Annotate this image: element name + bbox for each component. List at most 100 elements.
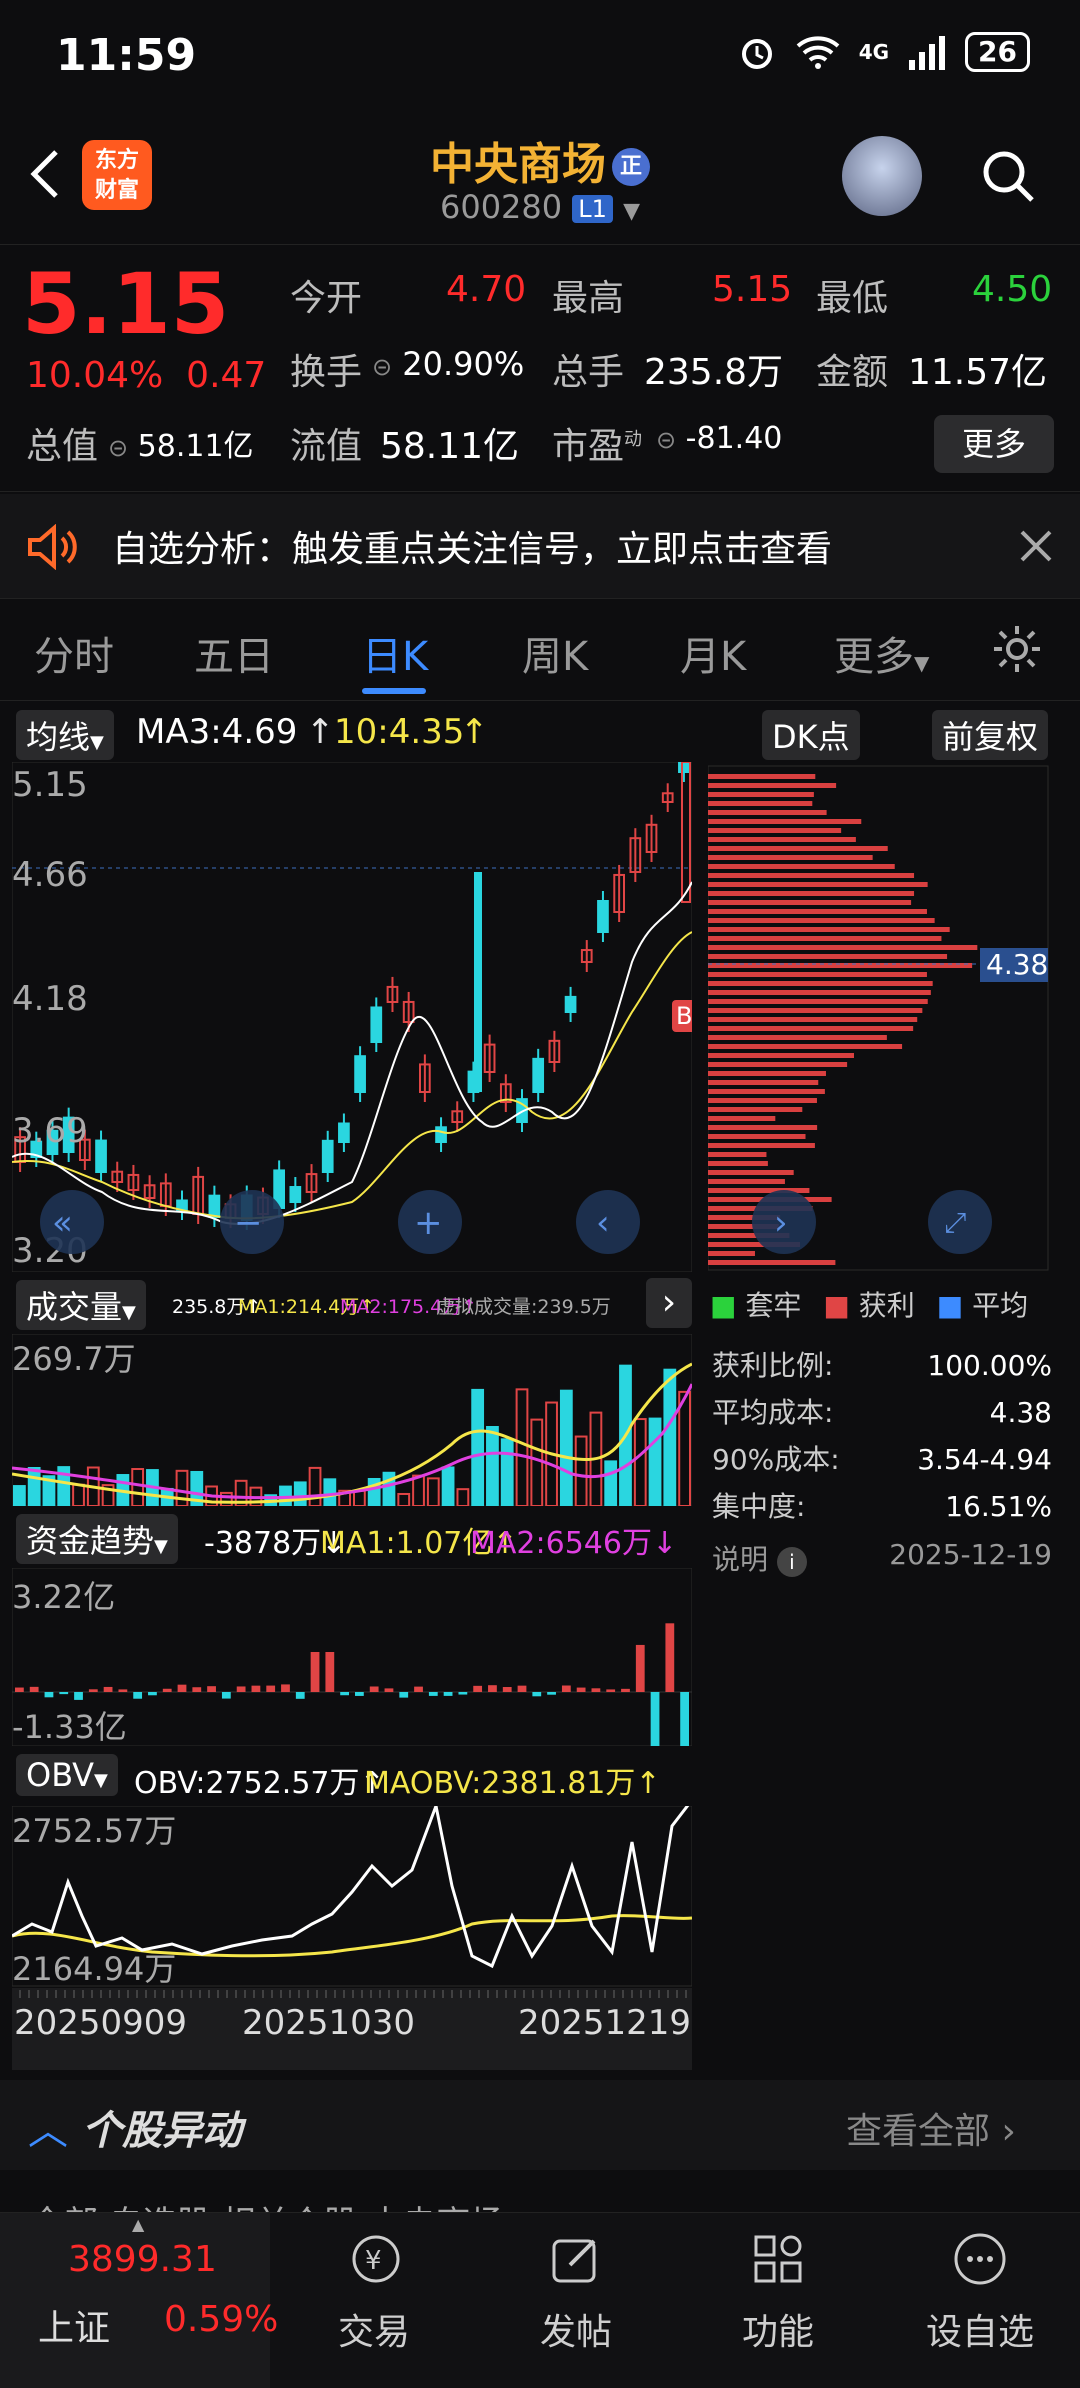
fund-bar <box>561 1685 571 1692</box>
cost-bar <box>708 1089 825 1094</box>
fund-bar <box>340 1692 349 1696</box>
adjust-mode-button[interactable]: 前复权 <box>932 710 1049 760</box>
volume-selector[interactable]: 成交量▼ <box>16 1280 146 1330</box>
date-label: 20251030 <box>242 2003 415 2043</box>
fund-bar <box>325 1652 335 1692</box>
fund-bar <box>44 1692 54 1698</box>
cost-bar <box>708 1107 803 1112</box>
index-change: 0.59% <box>164 2299 279 2340</box>
fund-trend-header: 资金趋势▼ -3878万↓ MA1:1.07亿↑ MA2:6546万↓ <box>12 1512 692 1564</box>
more-button[interactable]: 更多 <box>934 415 1054 473</box>
current-price: 5.15 <box>22 255 230 353</box>
volume-bar <box>559 1389 573 1506</box>
candle-body <box>597 900 609 933</box>
cost-note[interactable]: 说明 i <box>712 1538 807 1578</box>
float-label: 流值 <box>290 426 363 467</box>
virtual-volume: 虚拟成交量:239.5万 <box>436 1296 611 1318</box>
cost-distribution-chart[interactable]: 4.38 › ⤢ <box>708 762 1052 1272</box>
nav-functions[interactable]: 功能 <box>708 2213 848 2388</box>
bottom-nav: ▲ 3899.31 上证 0.59% ¥ 交易 发帖 功能 设自选 <box>0 2212 1080 2388</box>
tab-more[interactable]: 更多▼ <box>834 624 929 682</box>
close-icon[interactable] <box>1018 528 1054 564</box>
cost-bar <box>708 828 842 833</box>
nav-trade[interactable]: ¥ 交易 <box>304 2213 444 2388</box>
fund-bar <box>251 1685 261 1692</box>
chevron-up-icon[interactable]: ︿ <box>28 2098 68 2156</box>
volume-chart[interactable]: 269.7万 <box>12 1334 692 1506</box>
kline-chart[interactable]: 5.15 4.66 4.18 3.69 3.20 B « − + ‹ <box>12 762 692 1272</box>
cost-bar <box>708 936 942 941</box>
obv-selector[interactable]: OBV▼ <box>16 1754 118 1796</box>
dk-point-button[interactable]: DK点 <box>762 710 860 760</box>
buy-marker-label: B <box>676 1002 692 1030</box>
tab-monthly-k[interactable]: 月K <box>680 624 746 682</box>
high-value: 5.15 <box>712 269 793 310</box>
gear-icon[interactable] <box>990 622 1044 676</box>
amount-label: 金额 <box>816 352 889 393</box>
scroll-right-icon-glyph: › <box>774 1203 788 1243</box>
chevron-up-icon: ▲ <box>132 2215 145 2234</box>
ma10-value: 10:4.35 <box>334 712 465 752</box>
view-all-link[interactable]: 查看全部 › <box>846 2102 1016 2154</box>
tab-five-day[interactable]: 五日 <box>194 624 274 682</box>
cost-bar <box>708 855 873 860</box>
fund-tick: -1.33亿 <box>12 1708 127 1746</box>
candle-body <box>95 1139 107 1174</box>
index-name: 上证 <box>38 2308 111 2349</box>
mktcap-label: 总值 <box>26 426 99 467</box>
nav-post[interactable]: 发帖 <box>506 2213 646 2388</box>
fund-bar <box>177 1684 187 1692</box>
more-dots-icon <box>954 2233 1006 2285</box>
level-badge: L1 <box>572 195 613 223</box>
obv-chart[interactable]: 2752.57万 2164.94万 20250909 20251030 2025… <box>12 1806 692 2070</box>
zoom-out-icon-glyph: − <box>234 1203 263 1243</box>
fund-bar <box>355 1692 364 1696</box>
cost-date: 2025-12-19 <box>889 1538 1052 1571</box>
open-value: 4.70 <box>446 269 527 310</box>
alarm-icon <box>741 39 772 69</box>
cost-bar <box>708 1170 794 1175</box>
nav-post-label: 发帖 <box>539 2312 612 2353</box>
index-ticker[interactable]: ▲ 3899.31 上证 0.59% <box>0 2213 278 2388</box>
cost-bar <box>708 864 895 869</box>
cost-legend: ■ 套牢 ■ 获利 ■ 平均 <box>710 1284 1028 1324</box>
open-cell: 今开 <box>290 278 363 319</box>
robot-avatar[interactable] <box>842 136 922 216</box>
notice-banner[interactable]: 自选分析：触发重点关注信号，立即点击查看 <box>0 494 1080 599</box>
search-icon[interactable] <box>978 146 1038 206</box>
cost-bar <box>708 945 978 950</box>
stat-row: 90%成本: 3.54-4.94 <box>712 1443 1052 1476</box>
cost-bar <box>708 882 928 887</box>
cost-bar <box>708 1008 923 1013</box>
fund-bar <box>88 1689 98 1692</box>
nav-functions-label: 功能 <box>741 2312 814 2353</box>
cost-bar <box>708 873 915 878</box>
fund-bar <box>650 1692 660 1746</box>
volume-bar <box>219 1491 233 1506</box>
volume-bar <box>131 1468 145 1506</box>
fund-trend-chart[interactable]: 3.22亿 -1.33亿 <box>12 1568 692 1746</box>
candle-body <box>208 1194 221 1218</box>
expand-right-icon[interactable]: › <box>646 1278 692 1328</box>
candle-body <box>370 1006 383 1044</box>
volume-bar <box>293 1481 307 1506</box>
cost-bar <box>708 1098 817 1103</box>
tab-weekly-k[interactable]: 周K <box>522 624 588 682</box>
ma-selector[interactable]: 均线▼ <box>16 710 114 760</box>
arrow-up-icon: ↑ <box>306 712 335 752</box>
nav-add-watchlist-label: 设自选 <box>925 2312 1034 2353</box>
info-circle-icon: ⊝ <box>656 426 677 454</box>
candle-body <box>678 762 690 773</box>
fund-bar <box>576 1687 586 1692</box>
nav-add-watchlist[interactable]: 设自选 <box>910 2213 1050 2388</box>
turnover-value: ⊝ 20.90% <box>372 345 525 383</box>
chevron-down-icon: ▼ <box>90 732 104 753</box>
tab-intraday[interactable]: 分时 <box>34 624 114 682</box>
fund-trend-selector[interactable]: 资金趋势▼ <box>16 1514 178 1564</box>
stock-code-selector[interactable]: 600280 L1 ▼ <box>0 188 1080 226</box>
volume-bar <box>574 1435 588 1506</box>
volume-bar <box>500 1438 514 1506</box>
cost-bar <box>708 1152 767 1157</box>
cost-bar <box>708 1125 818 1130</box>
tab-daily-k[interactable]: 日K <box>362 624 428 682</box>
